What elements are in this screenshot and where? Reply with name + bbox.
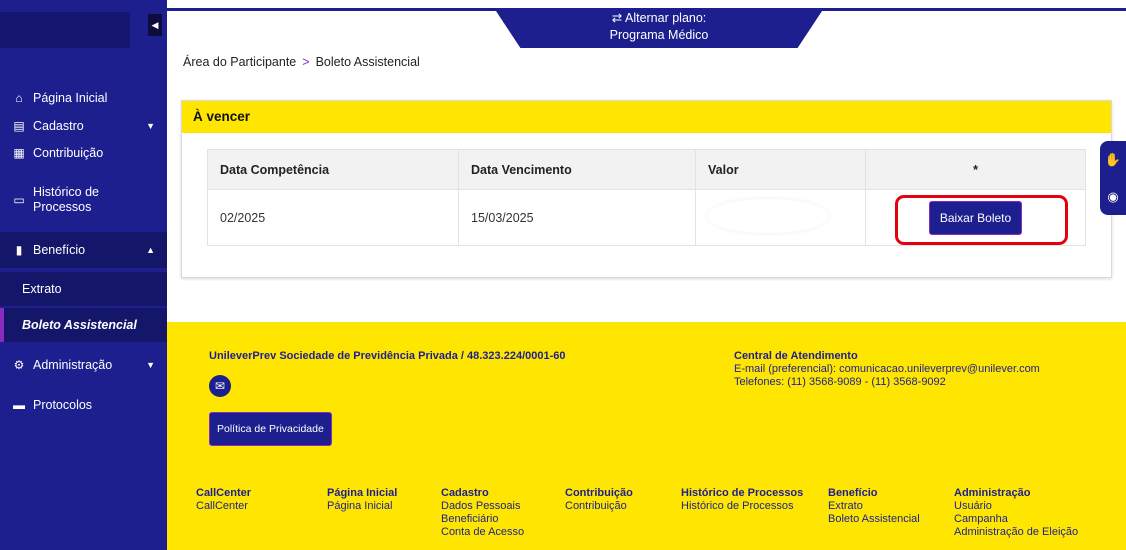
- boleto-card: À vencer Data Competência Data Venciment…: [181, 100, 1112, 278]
- footer-link[interactable]: Usuário: [954, 500, 1094, 513]
- footer-column: Página Inicial Página Inicial: [327, 487, 441, 539]
- footer-column-title: Contribuição: [565, 487, 633, 499]
- footer-column: Contribuição Contribuição: [565, 487, 681, 539]
- column-header: *: [865, 149, 1086, 190]
- footer-column-title: Benefício: [828, 487, 878, 499]
- caret-up-icon: ▲: [146, 245, 155, 255]
- sidebar-item-label: Benefício: [33, 243, 86, 257]
- footer-link[interactable]: Extrato: [828, 500, 954, 513]
- footer-column-title: Cadastro: [441, 487, 489, 499]
- sidebar-item-label: Protocolos: [33, 398, 93, 412]
- footer-sitemap: CallCenter CallCenter Página Inicial Pág…: [196, 487, 1094, 539]
- redacted-value: [708, 199, 828, 233]
- footer-column: Cadastro Dados Pessoais Beneficiário Con…: [441, 487, 565, 539]
- footer-link[interactable]: Contribuição: [565, 500, 681, 513]
- footer-column: Benefício Extrato Boleto Assistencial: [828, 487, 954, 539]
- sign-language-icon[interactable]: ✋: [1105, 152, 1121, 168]
- plan-name: Programa Médico: [609, 28, 709, 42]
- breadcrumb-current: Boleto Assistencial: [315, 55, 420, 69]
- eye-icon[interactable]: ◉: [1107, 189, 1118, 205]
- sidebar-subitem-extrato[interactable]: Extrato: [0, 272, 167, 306]
- sidebar-item-pagina-inicial[interactable]: ⌂ Página Inicial: [0, 86, 167, 110]
- column-header: Data Competência: [207, 149, 459, 190]
- caret-down-icon: ▼: [146, 360, 155, 370]
- sidebar-item-label: Histórico de Processos: [33, 185, 99, 214]
- envelope-icon[interactable]: ✉: [209, 375, 231, 397]
- sidebar-subitem-label: Boleto Assistencial: [22, 318, 137, 332]
- footer-column-title: Administração: [954, 487, 1031, 499]
- plan-switcher[interactable]: ⇄ Alternar plano: Programa Médico: [494, 8, 824, 48]
- sidebar-item-historico[interactable]: ▭ Histórico de Processos: [0, 180, 167, 220]
- sidebar-item-label: Página Inicial: [33, 91, 108, 105]
- footer-column-title: Histórico de Processos: [681, 487, 804, 499]
- sidebar-item-protocolos[interactable]: ▬ Protocolos: [0, 393, 167, 417]
- footer-link[interactable]: Página Inicial: [327, 500, 441, 513]
- cell-vencimento: 15/03/2025: [458, 189, 696, 246]
- users-cog-icon: ⚙: [13, 358, 25, 372]
- footer: UnileverPrev Sociedade de Previdência Pr…: [167, 322, 1126, 550]
- sidebar-subitem-label: Extrato: [22, 282, 62, 296]
- footer-link[interactable]: Dados Pessoais: [441, 500, 565, 513]
- footer-link[interactable]: Campanha: [954, 513, 1094, 526]
- highlight-outline: [895, 195, 1068, 245]
- breadcrumb-root[interactable]: Área do Participante: [183, 55, 296, 69]
- footer-column-title: CallCenter: [196, 487, 252, 499]
- contact-phones: Telefones: (11) 3568-9089 - (11) 3568-90…: [734, 376, 946, 388]
- id-card-icon: ▤: [13, 119, 25, 133]
- accessibility-widget[interactable]: ✋ ◉: [1100, 141, 1126, 215]
- sidebar: ◀ ⌂ Página Inicial ▤ Cadastro ▼ ▦ Contri…: [0, 0, 167, 550]
- cell-valor: [695, 189, 866, 246]
- plan-switch-label: ⇄ Alternar plano:: [611, 11, 707, 25]
- archive-icon: ▬: [13, 398, 25, 412]
- footer-company: UnileverPrev Sociedade de Previdência Pr…: [209, 350, 566, 362]
- footer-link[interactable]: Boleto Assistencial: [828, 513, 954, 526]
- home-icon: ⌂: [15, 91, 23, 105]
- footer-column: Histórico de Processos Histórico de Proc…: [681, 487, 828, 539]
- footer-column: CallCenter CallCenter: [196, 487, 327, 539]
- footer-link[interactable]: Conta de Acesso: [441, 526, 565, 539]
- sidebar-logo-area: [0, 12, 130, 48]
- sidebar-item-label: Contribuição: [33, 146, 104, 160]
- contact-email: E-mail (preferencial): comunicacao.unile…: [734, 363, 1040, 375]
- cell-competencia: 02/2025: [207, 189, 459, 246]
- document-icon: ▭: [13, 193, 25, 207]
- footer-column: Administração Usuário Campanha Administr…: [954, 487, 1094, 539]
- footer-column-title: Página Inicial: [327, 487, 398, 499]
- footer-link[interactable]: Beneficiário: [441, 513, 565, 526]
- caret-down-icon: ▼: [146, 121, 155, 131]
- page: ◀ ⌂ Página Inicial ▤ Cadastro ▼ ▦ Contri…: [0, 0, 1126, 550]
- sidebar-subitem-boleto-assistencial[interactable]: Boleto Assistencial: [0, 308, 167, 342]
- sidebar-item-administracao[interactable]: ⚙ Administração ▼: [0, 353, 167, 377]
- clipboard-icon: ▮: [15, 243, 23, 257]
- footer-link[interactable]: Administração de Eleição: [954, 526, 1094, 539]
- sidebar-collapse-toggle[interactable]: ◀: [148, 14, 162, 36]
- sidebar-item-cadastro[interactable]: ▤ Cadastro ▼: [0, 114, 167, 138]
- sidebar-item-beneficio[interactable]: ▮ Benefício ▲: [0, 232, 167, 268]
- footer-contact: Central de Atendimento E-mail (preferenc…: [734, 350, 1040, 389]
- footer-link[interactable]: CallCenter: [196, 500, 327, 513]
- privacy-policy-button[interactable]: Política de Privacidade: [209, 412, 332, 446]
- contact-title: Central de Atendimento: [734, 350, 858, 362]
- calculator-icon: ▦: [13, 146, 25, 160]
- breadcrumb: Área do Participante > Boleto Assistencial: [183, 55, 420, 69]
- sidebar-item-label: Administração: [33, 358, 113, 372]
- column-header: Valor: [695, 149, 866, 190]
- breadcrumb-separator: >: [302, 55, 310, 69]
- sidebar-item-contribuicao[interactable]: ▦ Contribuição: [0, 141, 167, 165]
- column-header: Data Vencimento: [458, 149, 696, 190]
- footer-link[interactable]: Histórico de Processos: [681, 500, 828, 513]
- sidebar-item-label: Cadastro: [33, 119, 84, 133]
- card-title: À vencer: [182, 101, 1111, 133]
- table-header-row: Data Competência Data Vencimento Valor *: [207, 149, 1086, 190]
